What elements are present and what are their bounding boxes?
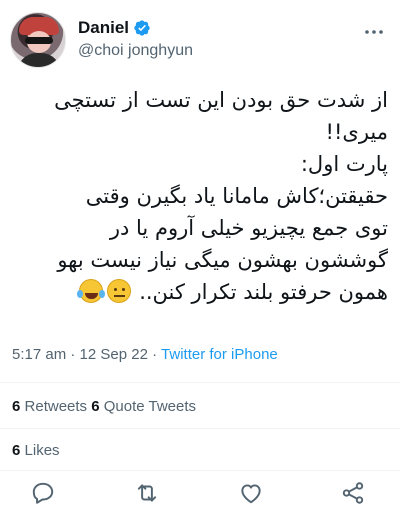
verified-badge-icon [134, 20, 150, 36]
meta-separator: · [152, 346, 158, 363]
display-name[interactable]: Daniel [78, 18, 129, 38]
divider [0, 470, 400, 471]
name-row[interactable]: Daniel [78, 18, 151, 38]
divider [0, 428, 400, 429]
user-handle[interactable]: @choi jonghyun [78, 42, 193, 60]
tweet-line: حقیقتن؛کاش مامانا یاد بگیرن وقتی [85, 184, 388, 208]
tweet-actions-bar [0, 474, 400, 514]
tweet-source-link[interactable]: Twitter for iPhone [161, 346, 278, 363]
divider [0, 382, 400, 383]
likes-stats: 6 Likes [12, 442, 60, 459]
tears-of-joy-emoji-icon [76, 279, 103, 303]
likes-link[interactable]: 6 Likes [12, 442, 60, 459]
tweet-line: گوششون بهشون میگی نیاز نیست بهو [57, 248, 388, 272]
tweet-line-text: همون حرفتو بلند تکرار کنن.. [139, 280, 388, 304]
tweet-body: از شدت حق بودن این تست از تستچی میری!! پ… [12, 84, 388, 308]
like-icon[interactable] [238, 480, 264, 506]
retweets-label: Retweets [24, 398, 88, 415]
tweet-line: پارت اول: [300, 152, 388, 176]
tweet-line-last: همون حرفتو بلند تکرار کنن.. [12, 276, 388, 308]
reply-icon[interactable] [30, 480, 56, 506]
meta-separator: · [70, 346, 76, 363]
tweet-date[interactable]: 12 Sep 22 [80, 346, 148, 363]
tweet-line: از شدت حق بودن این تست از تستچی [54, 88, 388, 112]
avatar[interactable] [10, 12, 66, 68]
retweets-link[interactable]: 6 Retweets [12, 398, 87, 415]
quote-tweets-link[interactable]: 6 Quote Tweets [91, 398, 196, 415]
quote-tweets-label: Quote Tweets [103, 398, 197, 415]
tweet-meta: 5:17 am · 12 Sep 22 · Twitter for iPhone [12, 346, 278, 363]
likes-count: 6 [12, 442, 21, 459]
neutral-face-emoji-icon [106, 279, 131, 303]
tweet-line: توی جمع یچیزیو خیلی آروم یا در [109, 216, 388, 240]
tweet-header: Daniel @choi jonghyun [10, 12, 390, 72]
tweet-time[interactable]: 5:17 am [12, 346, 66, 363]
share-icon[interactable] [340, 480, 366, 506]
retweet-icon[interactable] [134, 480, 160, 506]
retweets-count: 6 [12, 398, 21, 415]
likes-label: Likes [24, 442, 60, 459]
quote-tweets-count: 6 [91, 398, 100, 415]
retweet-stats: 6 Retweets 6 Quote Tweets [12, 398, 196, 415]
more-options-icon[interactable] [362, 20, 386, 44]
tweet-line: میری!! [325, 120, 388, 144]
